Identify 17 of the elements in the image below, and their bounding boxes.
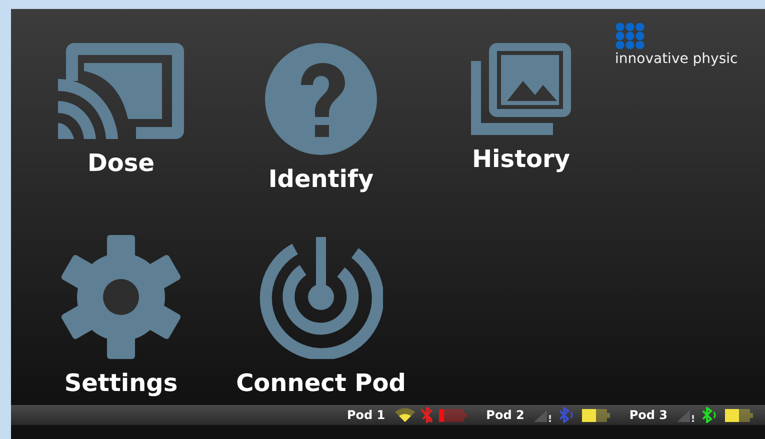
menu-tile[interactable]: Identify (221, 43, 421, 225)
battery-icon (582, 408, 608, 422)
image-gallery-icon (471, 43, 571, 135)
battery-icon (439, 408, 464, 422)
pod-label: Pod 3 (629, 408, 668, 422)
cast-icon (58, 43, 184, 139)
logo-text: innovative physic (615, 51, 739, 67)
radar-icon (259, 235, 383, 359)
pod-label: Pod 1 (347, 408, 386, 422)
menu-tile[interactable]: Connect Pod (221, 235, 421, 405)
gear-icon (59, 235, 183, 359)
pod-label: Pod 2 (486, 408, 524, 422)
menu-tile[interactable]: Dose (21, 43, 221, 225)
help-icon (265, 43, 377, 155)
battery-icon (725, 408, 750, 422)
logo-icon (615, 23, 645, 49)
menu-tile[interactable]: Settings (21, 235, 221, 405)
